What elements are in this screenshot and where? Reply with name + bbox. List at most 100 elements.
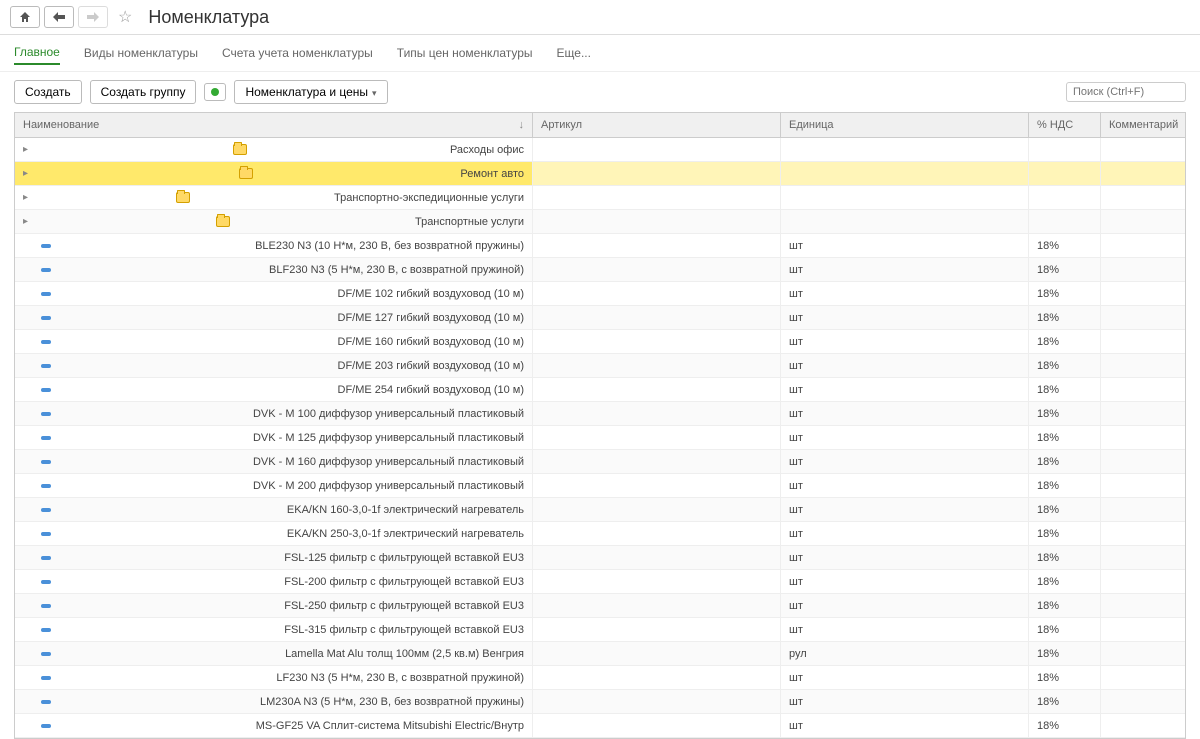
table-row[interactable]: FSL-200 фильтр с фильтрующей вставкой EU…: [15, 570, 1185, 594]
tab-more[interactable]: Еще...: [557, 42, 591, 64]
cell-vat: [1029, 210, 1101, 233]
home-icon: [19, 11, 31, 23]
cell-name: MS-GF25 VA Сплит-система Mitsubishi Elec…: [15, 714, 533, 737]
tab-accounts[interactable]: Счета учета номенклатуры: [222, 42, 373, 64]
table-row[interactable]: DVK - M 125 диффузор универсальный пласт…: [15, 426, 1185, 450]
cell-vat: 18%: [1029, 570, 1101, 593]
cell-vat: 18%: [1029, 714, 1101, 737]
table-row[interactable]: DVK - M 160 диффузор универсальный пласт…: [15, 450, 1185, 474]
col-name-header[interactable]: Наименование ↓: [15, 113, 533, 137]
cell-vat: 18%: [1029, 282, 1101, 305]
chevron-down-icon: ▾: [372, 88, 377, 98]
cell-article: [533, 498, 781, 521]
home-button[interactable]: [10, 6, 40, 28]
tab-main[interactable]: Главное: [14, 41, 60, 65]
table-row[interactable]: FSL-125 фильтр с фильтрующей вставкой EU…: [15, 546, 1185, 570]
item-icon: [41, 700, 51, 704]
row-name-text: BLE230 N3 (10 Н*м, 230 В, без возвратной…: [255, 240, 524, 252]
nom-prices-label: Номенклатура и цены: [245, 85, 368, 99]
table-row[interactable]: BLE230 N3 (10 Н*м, 230 В, без возвратной…: [15, 234, 1185, 258]
item-icon: [41, 460, 51, 464]
cell-article: [533, 402, 781, 425]
expand-icon[interactable]: ▸: [23, 168, 33, 179]
cell-name: ▸Транспортные услуги: [15, 210, 533, 233]
cell-article: [533, 426, 781, 449]
table-row[interactable]: ▸Транспортные услуги: [15, 210, 1185, 234]
col-article-header[interactable]: Артикул: [533, 113, 781, 137]
table-row[interactable]: ▸ Транспортно-экспедиционные услуги: [15, 186, 1185, 210]
cell-comment: [1101, 258, 1185, 281]
favorite-star-icon[interactable]: ☆: [118, 7, 132, 27]
table-row[interactable]: DVK - M 100 диффузор универсальный пласт…: [15, 402, 1185, 426]
cell-name: Lamella Mat Alu толщ 100мм (2,5 кв.м) Ве…: [15, 642, 533, 665]
table-row[interactable]: EKA/KN 250-3,0-1f электрический нагреват…: [15, 522, 1185, 546]
table-row[interactable]: LF230 N3 (5 Н*м, 230 В, с возвратной пру…: [15, 666, 1185, 690]
cell-name: DVK - M 125 диффузор универсальный пласт…: [15, 426, 533, 449]
cell-name: ▸Ремонт авто: [15, 162, 533, 185]
nom-prices-button[interactable]: Номенклатура и цены ▾: [234, 80, 387, 104]
table-row[interactable]: DVK - M 200 диффузор универсальный пласт…: [15, 474, 1185, 498]
cell-name: DF/ME 102 гибкий воздуховод (10 м): [15, 282, 533, 305]
table-row[interactable]: DF/ME 102 гибкий воздуховод (10 м)шт18%: [15, 282, 1185, 306]
table-row[interactable]: DF/ME 203 гибкий воздуховод (10 м)шт18%: [15, 354, 1185, 378]
cell-comment: [1101, 402, 1185, 425]
item-icon: [41, 724, 51, 728]
cell-comment: [1101, 186, 1185, 209]
cell-comment: [1101, 282, 1185, 305]
cell-vat: 18%: [1029, 546, 1101, 569]
cell-unit: шт: [781, 690, 1029, 713]
cell-vat: 18%: [1029, 306, 1101, 329]
tab-types[interactable]: Виды номенклатуры: [84, 42, 198, 64]
expand-icon[interactable]: ▸: [23, 216, 33, 227]
expand-icon[interactable]: ▸: [23, 144, 33, 155]
cell-name: EKA/KN 160-3,0-1f электрический нагреват…: [15, 498, 533, 521]
row-name-text: DF/ME 254 гибкий воздуховод (10 м): [338, 384, 524, 396]
cell-article: [533, 690, 781, 713]
forward-button[interactable]: [78, 6, 108, 28]
cell-article: [533, 570, 781, 593]
table-row[interactable]: MS-GF25 VA Сплит-система Mitsubishi Elec…: [15, 714, 1185, 738]
row-name-text: FSL-200 фильтр с фильтрующей вставкой EU…: [284, 576, 524, 588]
row-name-text: DVK - M 125 диффузор универсальный пласт…: [253, 432, 524, 444]
col-unit-header[interactable]: Единица: [781, 113, 1029, 137]
table-row[interactable]: BLF230 N3 (5 Н*м, 230 В, с возвратной пр…: [15, 258, 1185, 282]
cell-vat: 18%: [1029, 690, 1101, 713]
col-name-label: Наименование: [23, 119, 99, 131]
tab-price-types[interactable]: Типы цен номенклатуры: [397, 42, 533, 64]
cell-vat: 18%: [1029, 450, 1101, 473]
col-vat-header[interactable]: % НДС: [1029, 113, 1101, 137]
table-row[interactable]: DF/ME 127 гибкий воздуховод (10 м)шт18%: [15, 306, 1185, 330]
cell-comment: [1101, 210, 1185, 233]
create-button[interactable]: Создать: [14, 80, 82, 104]
table-row[interactable]: Lamella Mat Alu толщ 100мм (2,5 кв.м) Ве…: [15, 642, 1185, 666]
refresh-button[interactable]: [204, 83, 226, 101]
search-input[interactable]: [1066, 82, 1186, 102]
col-comment-header[interactable]: Комментарий: [1101, 113, 1186, 137]
cell-name: ▸Расходы офис: [15, 138, 533, 161]
cell-article: [533, 378, 781, 401]
cell-article: [533, 306, 781, 329]
table-row[interactable]: LM230A N3 (5 Н*м, 230 В, без возвратной …: [15, 690, 1185, 714]
cell-article: [533, 162, 781, 185]
back-button[interactable]: [44, 6, 74, 28]
cell-comment: [1101, 306, 1185, 329]
cell-vat: 18%: [1029, 258, 1101, 281]
table-row[interactable]: EKA/KN 160-3,0-1f электрический нагреват…: [15, 498, 1185, 522]
table-row[interactable]: FSL-250 фильтр с фильтрующей вставкой EU…: [15, 594, 1185, 618]
refresh-icon: [211, 88, 219, 96]
cell-vat: 18%: [1029, 402, 1101, 425]
table-row[interactable]: DF/ME 160 гибкий воздуховод (10 м)шт18%: [15, 330, 1185, 354]
row-name-text: Транспортно-экспедиционные услуги: [334, 192, 524, 204]
expand-icon[interactable]: ▸: [23, 192, 33, 203]
table-row[interactable]: FSL-315 фильтр с фильтрующей вставкой EU…: [15, 618, 1185, 642]
table-row[interactable]: ▸Расходы офис: [15, 138, 1185, 162]
table-row[interactable]: DF/ME 254 гибкий воздуховод (10 м)шт18%: [15, 378, 1185, 402]
cell-article: [533, 546, 781, 569]
table-row[interactable]: ▸Ремонт авто: [15, 162, 1185, 186]
cell-article: [533, 210, 781, 233]
create-group-button[interactable]: Создать группу: [90, 80, 197, 104]
cell-comment: [1101, 474, 1185, 497]
cell-article: [533, 450, 781, 473]
cell-article: [533, 186, 781, 209]
cell-comment: [1101, 498, 1185, 521]
